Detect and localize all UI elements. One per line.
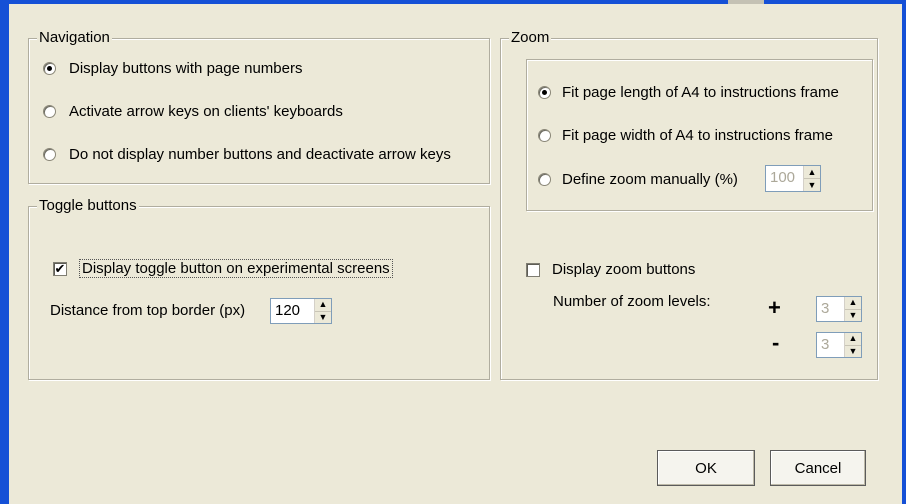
cancel-button[interactable]: Cancel bbox=[770, 450, 866, 486]
zoom-levels-label: Number of zoom levels: bbox=[553, 293, 711, 310]
zoom-minus-value[interactable]: 3 bbox=[817, 333, 844, 357]
distance-row: Distance from top border (px) bbox=[50, 302, 245, 319]
manual-zoom-up-arrow-icon[interactable]: ▲ bbox=[804, 166, 820, 179]
window-right-border bbox=[902, 0, 906, 504]
distance-value[interactable]: 120 bbox=[271, 299, 314, 323]
nav-option-page-numbers[interactable]: Display buttons with page numbers bbox=[43, 60, 302, 77]
zoom-minus-icon: - bbox=[772, 330, 780, 355]
distance-down-arrow-icon[interactable]: ▼ bbox=[315, 312, 331, 324]
zoom-buttons-checkbox[interactable] bbox=[526, 262, 540, 277]
radio-arrow-keys[interactable] bbox=[43, 105, 56, 118]
toggle-button-checkbox[interactable]: ✔ bbox=[53, 261, 67, 276]
toggle-button-option[interactable]: ✔ Display toggle button on experimental … bbox=[53, 259, 393, 278]
distance-spinner[interactable]: 120 ▲ ▼ bbox=[270, 298, 332, 324]
ok-button[interactable]: OK bbox=[657, 450, 755, 486]
zoom-option-fit-width[interactable]: Fit page width of A4 to instructions fra… bbox=[538, 127, 833, 144]
radio-manual-zoom[interactable] bbox=[538, 173, 551, 186]
zoom-option-fit-length-label: Fit page length of A4 to instructions fr… bbox=[562, 84, 839, 101]
zoom-levels-row: Number of zoom levels: bbox=[553, 293, 711, 310]
manual-zoom-down-arrow-icon[interactable]: ▼ bbox=[804, 179, 820, 191]
zoom-option-fit-length[interactable]: Fit page length of A4 to instructions fr… bbox=[538, 84, 839, 101]
nav-option-no-buttons[interactable]: Do not display number buttons and deacti… bbox=[43, 146, 451, 163]
zoom-plus-up-arrow-icon[interactable]: ▲ bbox=[845, 297, 861, 310]
distance-up-arrow-icon[interactable]: ▲ bbox=[315, 299, 331, 312]
window-titlebar-fragment bbox=[728, 0, 764, 4]
radio-fit-length[interactable] bbox=[538, 86, 551, 99]
manual-zoom-spinner[interactable]: 100 ▲ ▼ bbox=[765, 165, 821, 192]
toggle-buttons-group: Toggle buttons bbox=[28, 197, 490, 380]
zoom-plus-spinner[interactable]: 3 ▲ ▼ bbox=[816, 296, 862, 322]
zoom-option-manual-label: Define zoom manually (%) bbox=[562, 171, 738, 188]
zoom-plus-down-arrow-icon[interactable]: ▼ bbox=[845, 310, 861, 322]
toggle-buttons-group-title: Toggle buttons bbox=[37, 197, 139, 215]
zoom-buttons-label: Display zoom buttons bbox=[552, 261, 696, 278]
window-top-border bbox=[0, 0, 906, 4]
zoom-plus-value[interactable]: 3 bbox=[817, 297, 844, 321]
zoom-group-title: Zoom bbox=[509, 29, 552, 47]
distance-label: Distance from top border (px) bbox=[50, 302, 246, 319]
zoom-minus-up-arrow-icon[interactable]: ▲ bbox=[845, 333, 861, 346]
nav-option-no-buttons-label: Do not display number buttons and deacti… bbox=[69, 146, 451, 163]
window-left-border bbox=[0, 0, 9, 504]
zoom-minus-down-arrow-icon[interactable]: ▼ bbox=[845, 346, 861, 358]
radio-fit-width[interactable] bbox=[538, 129, 551, 142]
nav-option-arrow-keys-label: Activate arrow keys on clients' keyboard… bbox=[69, 103, 343, 120]
navigation-group-title: Navigation bbox=[37, 29, 112, 47]
nav-option-page-numbers-label: Display buttons with page numbers bbox=[69, 60, 303, 77]
toggle-button-checkbox-label: Display toggle button on experimental sc… bbox=[79, 259, 393, 278]
radio-page-numbers[interactable] bbox=[43, 62, 56, 75]
zoom-plus-icon: + bbox=[768, 295, 781, 320]
zoom-option-manual[interactable]: Define zoom manually (%) bbox=[538, 171, 738, 188]
zoom-buttons-option[interactable]: Display zoom buttons bbox=[526, 261, 695, 278]
zoom-option-fit-width-label: Fit page width of A4 to instructions fra… bbox=[562, 127, 833, 144]
radio-no-buttons[interactable] bbox=[43, 148, 56, 161]
manual-zoom-value[interactable]: 100 bbox=[766, 166, 803, 191]
zoom-minus-spinner[interactable]: 3 ▲ ▼ bbox=[816, 332, 862, 358]
nav-option-arrow-keys[interactable]: Activate arrow keys on clients' keyboard… bbox=[43, 103, 343, 120]
